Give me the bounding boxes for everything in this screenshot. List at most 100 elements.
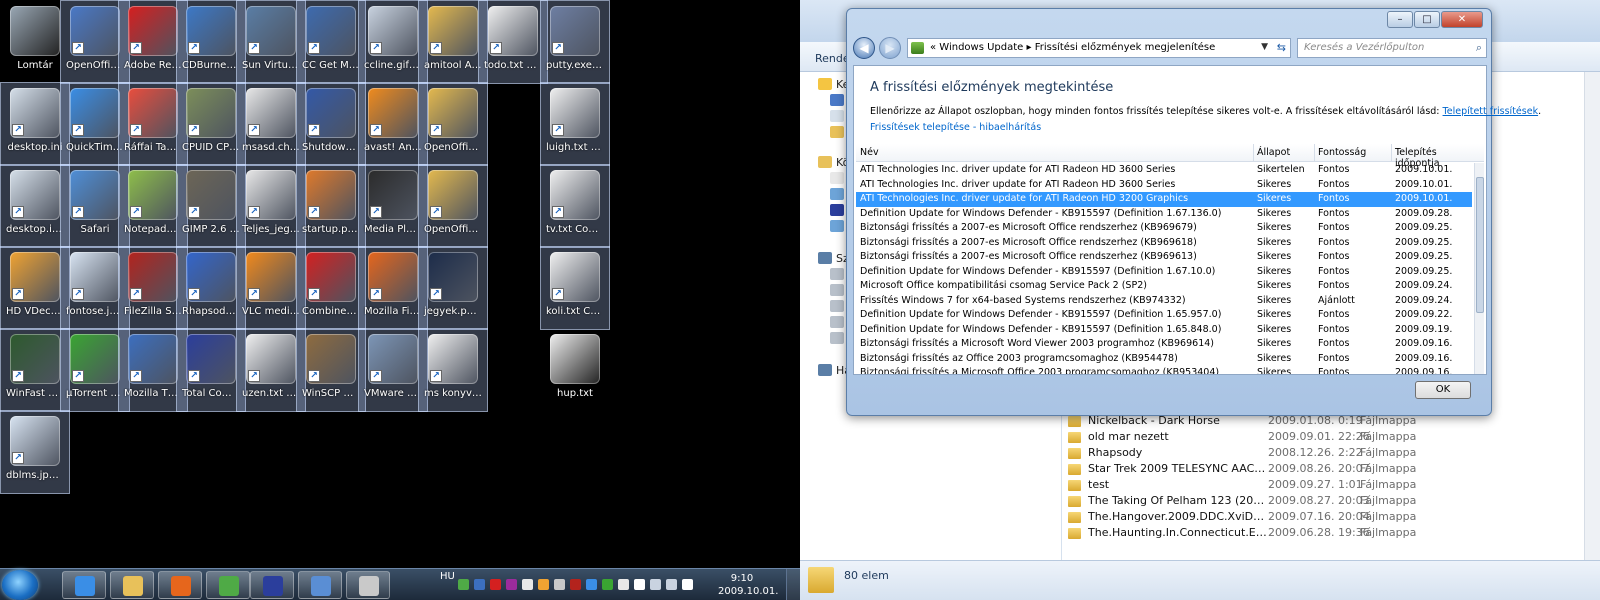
desktop-icon[interactable]: ↗ msasd.chl Classic: [236, 82, 306, 166]
maximize-button[interactable]: □: [1414, 11, 1440, 28]
tray-icon[interactable]: [506, 579, 517, 590]
clock[interactable]: 9:10 2009.10.01.: [718, 572, 778, 598]
desktop-icon[interactable]: ↗ WinFast PVR2 Classic: [0, 328, 70, 412]
desktop-icon[interactable]: ↗ WinSCP Workstation: [296, 328, 366, 412]
language-indicator[interactable]: HU: [440, 571, 455, 582]
close-button[interactable]: ✕: [1441, 11, 1483, 28]
tray-icon[interactable]: [618, 579, 629, 590]
desktop-icon[interactable]: ↗ GIMP 2.6 Classic: [176, 164, 246, 248]
tray-icon[interactable]: [682, 579, 693, 590]
tray-icon[interactable]: [602, 579, 613, 590]
search-icon[interactable]: ⌕: [1476, 41, 1482, 55]
list-item[interactable]: The.Haunting.In.Connecticut.EXTENDED....…: [1068, 526, 1588, 542]
desktop-icon[interactable]: ↗ CPUID CPU-Z 3.1 (hu) Inst: [176, 82, 246, 166]
desktop-icon[interactable]: ↗ QuickTime Player: [60, 82, 130, 166]
desktop-icon[interactable]: ↗ OpenOffice... 3.1 (hu) Inst: [418, 164, 488, 248]
table-row[interactable]: Definition Update for Windows Defender -…: [856, 265, 1472, 280]
tray-icon[interactable]: [570, 579, 581, 590]
taskbar-button[interactable]: [250, 571, 294, 599]
minimize-button[interactable]: –: [1387, 11, 1413, 28]
explorer-scrollbar[interactable]: [1584, 72, 1600, 560]
taskbar-button[interactable]: [298, 571, 342, 599]
table-row[interactable]: Definition Update for Windows Defender -…: [856, 323, 1472, 338]
desktop-icon[interactable]: ↗ Media Player Classic: [358, 164, 428, 248]
desktop-icon[interactable]: ↗ amitool Address: [418, 0, 488, 84]
desktop-icon[interactable]: ↗ dblms.jpg Thunderbird: [0, 410, 70, 494]
desktop-icon[interactable]: hup.txt: [544, 330, 606, 408]
tray-icon[interactable]: [554, 579, 565, 590]
tray-icon[interactable]: [634, 579, 645, 590]
installed-updates-link[interactable]: Telepített frissítések: [1443, 106, 1539, 117]
desktop-icon[interactable]: ↗ Safari: [60, 164, 130, 248]
taskbar-button[interactable]: [158, 571, 202, 599]
taskbar-button[interactable]: [62, 571, 106, 599]
desktop-icon[interactable]: ↗ CDBurnerXP VirtualBox: [176, 0, 246, 84]
desktop-icon[interactable]: ↗ desktop.ini: [0, 82, 70, 166]
desktop-icon[interactable]: ↗ Adobe Reader 9 Box: [118, 0, 188, 84]
list-item[interactable]: Nickelback - Dark Horse 2009.01.08. 0:19 F…: [1068, 414, 1588, 430]
desktop-icon[interactable]: ↗ Combined Player: [296, 246, 366, 330]
start-button[interactable]: [2, 570, 38, 600]
tray-icon[interactable]: [522, 579, 533, 590]
forward-button[interactable]: ▶: [879, 37, 901, 59]
column-divider[interactable]: [1314, 144, 1315, 162]
desktop-icon[interactable]: ↗ putty.exe Address: [540, 0, 610, 84]
desktop-icon[interactable]: ↗ ms konyvek.txt: [418, 328, 488, 412]
column-importance[interactable]: Fontosság: [1318, 147, 1366, 158]
desktop-icon[interactable]: ↗ OpenOffice... 3.1: [60, 0, 130, 84]
tray-icon[interactable]: [474, 579, 485, 590]
desktop-icon[interactable]: ↗ desktop.ini 3.1 (hu) Inst: [0, 164, 70, 248]
desktop-icon[interactable]: ↗ Sun VirtualBox: [236, 0, 306, 84]
tray-icon[interactable]: [458, 579, 469, 590]
list-item[interactable]: Star Trek 2009 TELESYNC AAC-SecretMyt...…: [1068, 462, 1588, 478]
desktop-icon[interactable]: ↗ HD VDeck 3.1 (hu) Inst: [0, 246, 70, 330]
desktop-icon[interactable]: ↗ todo.txt Address: [478, 0, 548, 84]
desktop-icon[interactable]: ↗ tv.txt Commander: [540, 164, 610, 248]
column-status[interactable]: Állapot: [1257, 147, 1290, 158]
table-row[interactable]: Biztonsági frissítés a 2007-es Microsoft…: [856, 236, 1472, 251]
desktop-icon[interactable]: ↗ Teljes_jegyzék Classic: [236, 164, 306, 248]
tray-icon[interactable]: [650, 579, 661, 590]
tray-icon[interactable]: [538, 579, 549, 590]
desktop-icon[interactable]: ↗ fontose.jpg 3.1 (hu) Inst: [60, 246, 130, 330]
desktop-icon[interactable]: ↗ VLC media player: [236, 246, 306, 330]
desktop-icon[interactable]: ↗ FileZilla Server: [118, 246, 188, 330]
table-row[interactable]: Frissítés Windows 7 for x64-based System…: [856, 294, 1472, 309]
column-divider[interactable]: [1253, 144, 1254, 162]
list-item[interactable]: old mar nezett 2009.09.01. 22:26 Fájlmappa: [1068, 430, 1588, 446]
tray-icon[interactable]: [586, 579, 597, 590]
table-row[interactable]: Biztonsági frissítés az Office 2003 prog…: [856, 352, 1472, 367]
table-row[interactable]: Biztonsági frissítés a 2007-es Microsoft…: [856, 221, 1472, 236]
list-item[interactable]: The Taking Of Pelham 123 (2009) TS XVI..…: [1068, 494, 1588, 510]
table-row[interactable]: Microsoft Office kompatibilitási csomag …: [856, 279, 1472, 294]
table-row[interactable]: ATI Technologies Inc. driver update for …: [856, 163, 1472, 178]
table-row[interactable]: Biztonsági frissítés a 2007-es Microsoft…: [856, 250, 1472, 265]
tray-icon[interactable]: [490, 579, 501, 590]
desktop-icon[interactable]: ↗ µTorrent 2 Classic: [60, 328, 130, 412]
back-button[interactable]: ◀: [853, 37, 875, 59]
tray-icon[interactable]: [666, 579, 677, 590]
desktop-icon[interactable]: ↗ koli.txt Commander: [540, 246, 610, 330]
table-row[interactable]: ATI Technologies Inc. driver update for …: [856, 192, 1472, 207]
desktop-icon[interactable]: ↗ Total Commander: [176, 328, 246, 412]
desktop-icon[interactable]: ↗ uzen.txt Commander: [236, 328, 306, 412]
table-row[interactable]: ATI Technologies Inc. driver update for …: [856, 178, 1472, 193]
taskbar-button[interactable]: [346, 571, 390, 599]
desktop-icon[interactable]: ↗ VMware Workstation: [358, 328, 428, 412]
desktop-icon[interactable]: ↗ Shutdown... Firefox: [296, 82, 366, 166]
desktop-icon[interactable]: Lomtár: [4, 2, 66, 80]
chevron-down-icon[interactable]: ▼: [1261, 42, 1268, 52]
desktop-icon[interactable]: ↗ Rhapsody Server: [176, 246, 246, 330]
desktop-icon[interactable]: ↗ Mozilla Thunderbird: [118, 328, 188, 412]
list-item[interactable]: The.Hangover.2009.DDC.XviD-RTT 2009.07.16…: [1068, 510, 1588, 526]
ok-button[interactable]: OK: [1415, 381, 1471, 399]
table-row[interactable]: Definition Update for Windows Defender -…: [856, 207, 1472, 222]
column-divider[interactable]: [1391, 144, 1392, 162]
desktop-icon[interactable]: ↗ ccline.gif Address: [358, 0, 428, 84]
troubleshoot-link[interactable]: Frissítések telepítése - hibaelhárítás: [870, 122, 1041, 133]
scroll-thumb[interactable]: [1476, 177, 1484, 313]
search-box[interactable]: Keresés a Vezérlőpulton ⌕: [1297, 38, 1487, 58]
column-name[interactable]: Név: [860, 147, 879, 158]
table-row[interactable]: Definition Update for Windows Defender -…: [856, 308, 1472, 323]
address-bar[interactable]: « Windows Update ▸ Frissítési előzmények…: [907, 38, 1291, 58]
